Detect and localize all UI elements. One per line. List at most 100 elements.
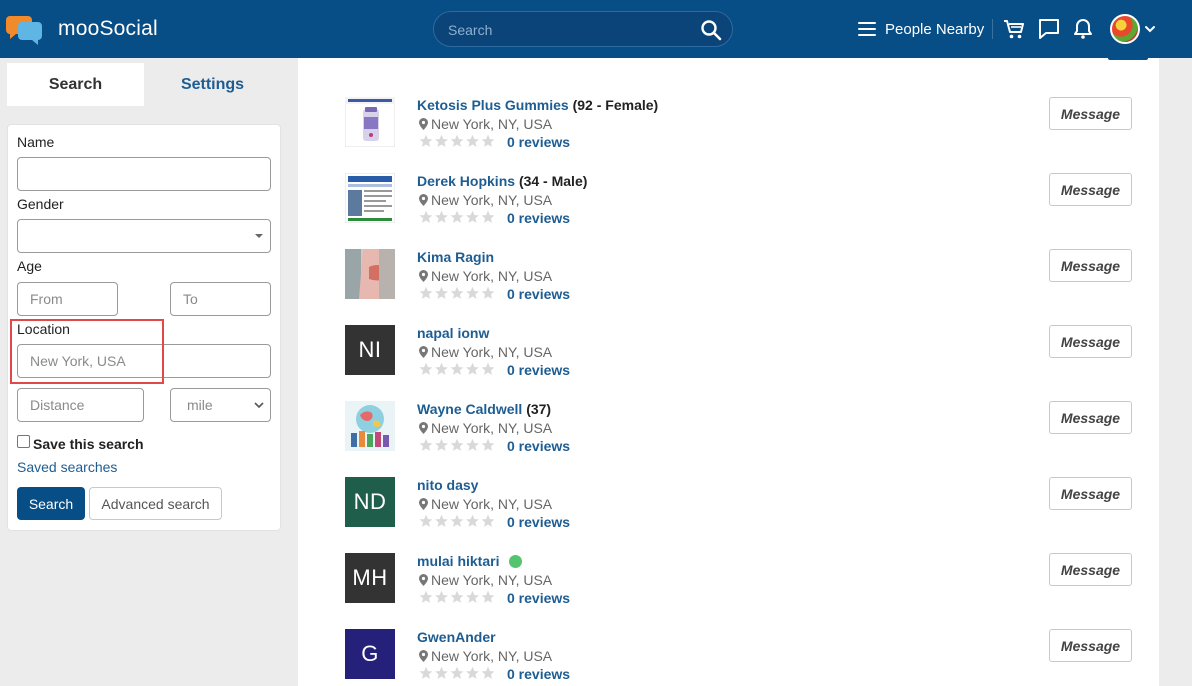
user-age-gender: (34 - Male) [518, 173, 588, 189]
message-button[interactable]: Message [1049, 477, 1132, 510]
user-row: NI napal ionw New York, NY, USA 0 review… [345, 325, 1135, 395]
user-location-text: New York, NY, USA [431, 192, 553, 208]
user-location-text: New York, NY, USA [431, 496, 553, 512]
reviews-link[interactable]: 0 reviews [507, 666, 570, 682]
message-button[interactable]: Message [1049, 553, 1132, 586]
rating-stars-icon [419, 590, 495, 603]
star-icon [419, 666, 433, 679]
age-label: Age [17, 258, 42, 274]
gender-label: Gender [17, 196, 64, 212]
user-name-link[interactable]: mulai hiktari [417, 553, 499, 569]
user-avatar[interactable] [1110, 14, 1140, 44]
user-location-text: New York, NY, USA [431, 268, 553, 284]
user-name-link[interactable]: nito dasy [417, 477, 478, 493]
saved-searches-link[interactable]: Saved searches [17, 459, 117, 475]
global-search-input[interactable] [448, 20, 688, 40]
user-name-link[interactable]: Wayne Caldwell [417, 401, 522, 417]
star-icon [435, 362, 448, 375]
tab-settings[interactable]: Settings [144, 63, 281, 106]
user-thumbnail[interactable] [345, 97, 395, 147]
rating-stars-icon [419, 286, 495, 299]
message-button[interactable]: Message [1049, 325, 1132, 358]
user-name-link[interactable]: Kima Ragin [417, 249, 494, 265]
star-icon [481, 210, 495, 223]
message-button[interactable]: Message [1049, 401, 1132, 434]
star-icon [466, 134, 479, 147]
star-icon [435, 210, 448, 223]
user-row: Derek Hopkins (34 - Male) New York, NY, … [345, 173, 1135, 243]
user-row: ND nito dasy New York, NY, USA 0 reviews… [345, 477, 1135, 547]
moosocial-logo-icon[interactable] [6, 13, 44, 45]
user-row: MH mulai hiktari New York, NY, USA 0 rev… [345, 553, 1135, 623]
advanced-search-button[interactable]: Advanced search [89, 487, 222, 520]
bell-icon[interactable] [1071, 17, 1095, 41]
name-input[interactable] [17, 157, 271, 191]
tab-search[interactable]: Search [7, 63, 144, 106]
rating-stars-icon [419, 362, 495, 375]
user-age-gender: (37) [526, 401, 552, 417]
save-search-checkbox[interactable] [17, 435, 30, 448]
distance-input[interactable] [17, 388, 144, 422]
reviews-link[interactable]: 0 reviews [507, 590, 570, 606]
message-button[interactable]: Message [1049, 249, 1132, 282]
star-icon [435, 134, 448, 147]
chat-icon[interactable] [1037, 17, 1061, 41]
map-pin-icon [419, 270, 428, 282]
chevron-down-icon[interactable] [1144, 23, 1156, 35]
cart-icon[interactable] [1002, 17, 1026, 41]
reviews-link[interactable]: 0 reviews [507, 286, 570, 302]
user-thumbnail[interactable]: MH [345, 553, 395, 603]
user-location: New York, NY, USA [419, 420, 552, 436]
search-icon[interactable] [700, 19, 722, 41]
map-pin-icon [419, 346, 428, 358]
user-name-link[interactable]: Derek Hopkins [417, 173, 515, 189]
user-location: New York, NY, USA [419, 116, 552, 132]
star-icon [481, 438, 495, 451]
user-thumbnail[interactable] [345, 249, 395, 299]
message-button[interactable]: Message [1049, 629, 1132, 662]
user-thumbnail[interactable]: ND [345, 477, 395, 527]
brand-name[interactable]: mooSocial [58, 17, 158, 41]
reviews-link[interactable]: 0 reviews [507, 514, 570, 530]
user-row: Ketosis Plus Gummies (92 - Female) New Y… [345, 97, 1135, 167]
reviews-link[interactable]: 0 reviews [507, 438, 570, 454]
star-icon [435, 286, 448, 299]
user-thumbnail[interactable] [345, 401, 395, 451]
people-nearby-label: People Nearby [885, 20, 985, 38]
distance-unit-select[interactable]: mile [170, 388, 271, 422]
star-icon [466, 210, 479, 223]
user-row: G GwenAnder New York, NY, USA 0 reviews … [345, 629, 1135, 686]
star-icon [481, 362, 495, 375]
user-thumbnail[interactable]: G [345, 629, 395, 679]
name-label: Name [17, 134, 55, 150]
star-icon [419, 210, 433, 223]
star-icon [419, 362, 433, 375]
people-nearby-menu[interactable]: People Nearby [858, 18, 984, 40]
reviews-link[interactable]: 0 reviews [507, 210, 570, 226]
gender-select[interactable] [17, 219, 271, 253]
star-icon [419, 286, 433, 299]
star-icon [450, 438, 464, 451]
search-button[interactable]: Search [17, 487, 85, 520]
user-thumbnail[interactable]: NI [345, 325, 395, 375]
user-name-link[interactable]: GwenAnder [417, 629, 496, 645]
reviews-link[interactable]: 0 reviews [507, 134, 570, 150]
user-location-text: New York, NY, USA [431, 420, 553, 436]
map-pin-icon [419, 194, 428, 206]
message-button[interactable]: Message [1049, 97, 1132, 130]
user-thumbnail[interactable] [345, 173, 395, 223]
message-button[interactable]: Message [1049, 173, 1132, 206]
star-icon [466, 286, 479, 299]
star-icon [450, 590, 464, 603]
age-from-input[interactable] [17, 282, 118, 316]
age-to-input[interactable] [170, 282, 271, 316]
star-icon [466, 666, 479, 679]
star-icon [481, 286, 495, 299]
star-icon [450, 362, 464, 375]
reviews-link[interactable]: 0 reviews [507, 362, 570, 378]
online-status-dot [509, 555, 523, 568]
user-location: New York, NY, USA [419, 572, 552, 588]
user-name-link[interactable]: napal ionw [417, 325, 489, 341]
save-search-label[interactable]: Save this search [33, 436, 144, 452]
user-name-link[interactable]: Ketosis Plus Gummies [417, 97, 569, 113]
